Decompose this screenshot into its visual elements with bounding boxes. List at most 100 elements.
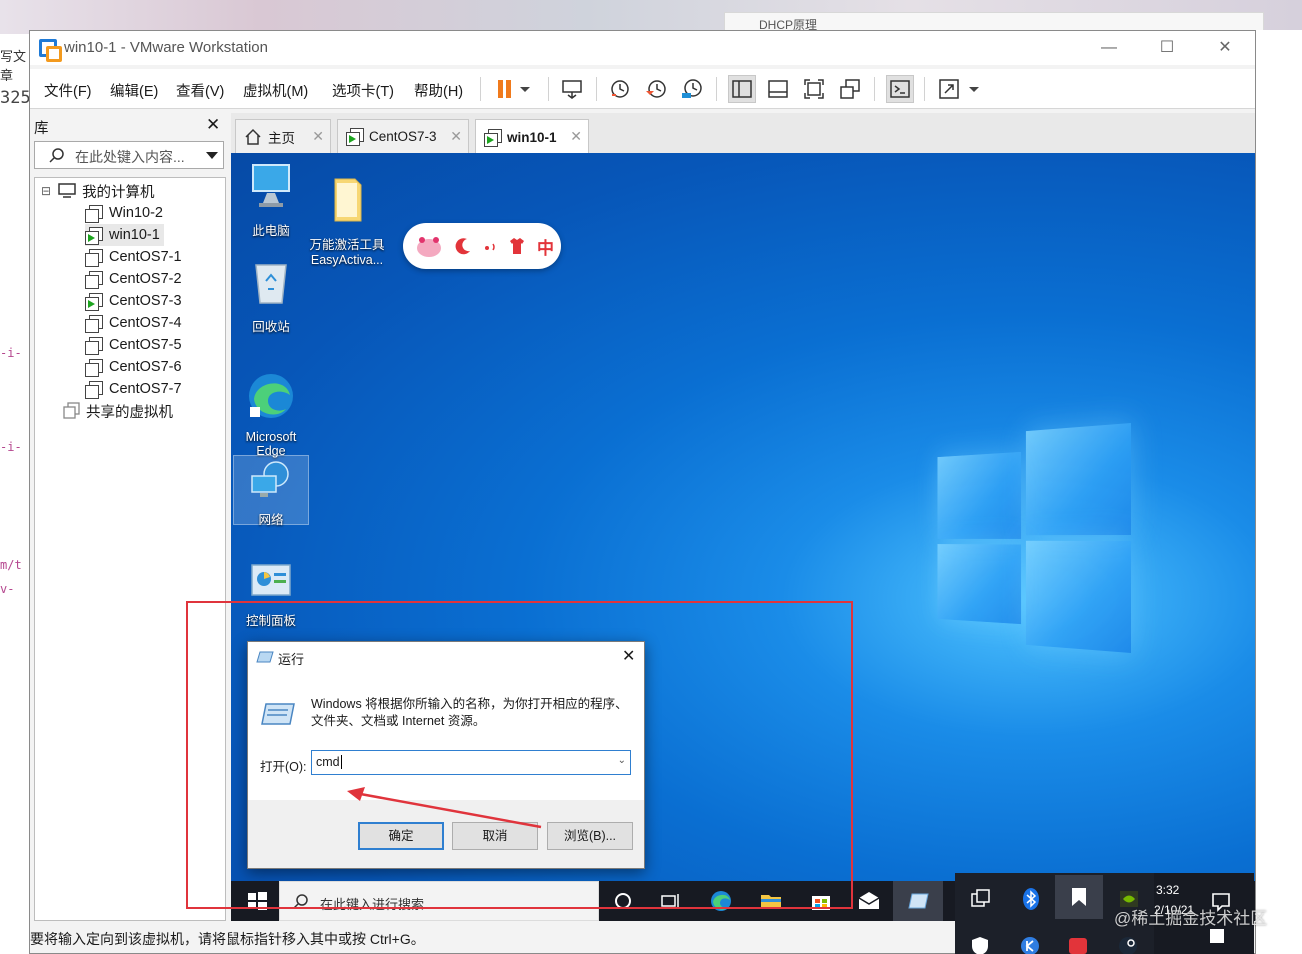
tab-label: CentOS7-3 <box>369 129 437 144</box>
tab-centos7-3[interactable]: CentOS7-3 ✕ <box>337 119 469 153</box>
edge-taskbar-icon[interactable] <box>709 889 733 913</box>
punctuation-icon[interactable] <box>483 239 497 253</box>
menu-file[interactable]: 文件(F) <box>44 80 92 101</box>
snapshot-button[interactable] <box>606 75 634 103</box>
run-taskbar-button[interactable] <box>893 881 943 921</box>
store-icon[interactable] <box>809 889 833 913</box>
tree-shared-vms[interactable]: 共享的虚拟机 <box>63 400 173 422</box>
full-screen-button[interactable] <box>800 75 828 103</box>
search-icon <box>49 148 64 163</box>
vm-name: Win10-2 <box>109 205 163 221</box>
tree-item-vm[interactable]: CentOS7-7 <box>85 378 182 400</box>
menu-edit[interactable]: 编辑(E) <box>110 80 158 101</box>
library-layout-icon <box>732 80 752 98</box>
desktop-icon-activator[interactable]: 万能激活工具 EasyActiva... <box>309 161 385 281</box>
vmware-app-icon <box>39 39 62 62</box>
title-bar[interactable]: win10-1 - VMware Workstation — ☐ ✕ <box>30 31 1255 65</box>
window-title: win10-1 - VMware Workstation <box>64 39 268 56</box>
unity-button[interactable] <box>836 75 864 103</box>
ime-toolbar[interactable]: 中 <box>403 223 561 269</box>
vm-name: CentOS7-2 <box>109 271 182 287</box>
desktop-icon-network[interactable]: 网络 <box>233 455 309 527</box>
tray-window-icon[interactable] <box>969 887 993 911</box>
background-editor-strip: 写文章 3258 -i- -i- m/t v- <box>0 34 30 954</box>
desktop-icon-label: 控制面板 <box>245 614 296 628</box>
vm-icon <box>85 314 103 333</box>
revert-snapshot-button[interactable] <box>642 75 670 103</box>
stretch-view-button[interactable] <box>936 75 984 103</box>
mail-icon[interactable] <box>857 889 881 913</box>
taskbar-search-box[interactable]: 在此键入进行搜索 <box>279 881 599 921</box>
tab-win10-1[interactable]: win10-1 ✕ <box>475 119 589 155</box>
desktop-icon-this-pc[interactable]: 此电脑 <box>233 161 309 239</box>
library-close-button[interactable]: ✕ <box>206 115 220 135</box>
browse-button[interactable]: 浏览(B)... <box>547 822 633 850</box>
menu-vm[interactable]: 虚拟机(M) <box>243 80 308 101</box>
menu-toolbar: 文件(F) 编辑(E) 查看(V) 虚拟机(M) 选项卡(T) 帮助(H) <box>30 69 1255 109</box>
toolbar-separator <box>924 77 925 101</box>
windows-start-icon[interactable] <box>245 889 269 913</box>
tree-root-my-computer[interactable]: ⊟ 我的计算机 <box>41 180 155 202</box>
vm-name: CentOS7-6 <box>109 359 182 375</box>
desktop-icon-recycle-bin[interactable]: 回收站 <box>233 259 309 335</box>
tab-close-icon[interactable]: ✕ <box>450 128 462 145</box>
bookmark-icon <box>1072 888 1086 906</box>
this-pc-icon <box>252 164 290 207</box>
red-app-icon[interactable] <box>1067 935 1089 954</box>
tree-item-vm[interactable]: CentOS7-5 <box>85 334 182 356</box>
tree-item-vm[interactable]: CentOS7-4 <box>85 312 182 334</box>
tab-home[interactable]: 主页 ✕ <box>235 119 331 153</box>
steam-icon[interactable] <box>1117 935 1139 954</box>
folder-icon <box>334 178 362 222</box>
skin-shirt-icon[interactable] <box>507 236 527 256</box>
file-explorer-icon[interactable] <box>759 889 783 913</box>
vm-name: CentOS7-4 <box>109 315 182 331</box>
background-fragment: 3258 <box>0 88 30 108</box>
tree-item-vm-selected[interactable]: win10-1 <box>85 224 164 246</box>
minimize-button[interactable]: — <box>1086 35 1132 61</box>
chevron-down-icon[interactable]: ⌄ <box>618 755 626 766</box>
library-search-input[interactable]: 在此处键入内容... <box>34 141 224 169</box>
run-dialog-titlebar[interactable]: 运行 ✕ <box>248 642 644 672</box>
ime-mode-label[interactable]: 中 <box>537 234 554 259</box>
vm-guest-screen[interactable]: 此电脑 万能激活工具 EasyActiva... 回收站 Microsoft E… <box>231 153 1255 921</box>
show-library-button[interactable] <box>728 75 756 103</box>
shield-icon[interactable] <box>969 935 991 954</box>
console-view-button[interactable] <box>886 75 914 103</box>
task-view-icon[interactable] <box>659 889 683 913</box>
chevron-down-icon[interactable] <box>205 151 219 161</box>
run-close-button[interactable]: ✕ <box>622 646 635 666</box>
run-open-label: 打开(O): <box>260 760 307 774</box>
menu-tabs[interactable]: 选项卡(T) <box>332 80 394 101</box>
run-taskbar-icon <box>908 893 929 909</box>
bluetooth-icon[interactable] <box>1019 887 1043 911</box>
cortana-icon[interactable] <box>611 889 635 913</box>
close-window-button[interactable]: ✕ <box>1202 35 1248 61</box>
menu-view[interactable]: 查看(V) <box>176 80 224 101</box>
tray-selected-item[interactable] <box>1055 875 1103 919</box>
show-thumbnail-bar-button[interactable] <box>764 75 792 103</box>
snapshot-manager-button[interactable] <box>678 75 706 103</box>
tree-item-vm[interactable]: CentOS7-6 <box>85 356 182 378</box>
maximize-button[interactable]: ☐ <box>1144 35 1190 61</box>
vm-name: CentOS7-5 <box>109 337 182 353</box>
run-icon <box>256 651 274 663</box>
k-app-icon[interactable] <box>1019 935 1041 954</box>
background-fragment: -i- <box>0 440 22 454</box>
moon-icon[interactable] <box>453 236 473 256</box>
desktop-icon-control-panel[interactable]: 控制面板 <box>233 561 309 629</box>
tree-item-vm[interactable]: CentOS7-3 <box>85 290 182 312</box>
full-screen-icon <box>804 79 824 99</box>
tab-close-icon[interactable]: ✕ <box>570 128 582 145</box>
tree-item-vm[interactable]: CentOS7-1 <box>85 246 182 268</box>
pause-button[interactable] <box>492 75 536 103</box>
collapse-icon[interactable]: ⊟ <box>41 184 51 198</box>
tab-close-icon[interactable]: ✕ <box>312 128 324 145</box>
vm-running-icon <box>346 128 364 146</box>
tree-item-vm[interactable]: Win10-2 <box>85 202 163 224</box>
send-ctrl-alt-del-button[interactable] <box>558 75 586 103</box>
run-command-input[interactable]: cmd ⌄ <box>311 750 631 775</box>
menu-help[interactable]: 帮助(H) <box>414 80 463 101</box>
tree-item-vm[interactable]: CentOS7-2 <box>85 268 182 290</box>
library-search-placeholder: 在此处键入内容... <box>75 149 185 165</box>
